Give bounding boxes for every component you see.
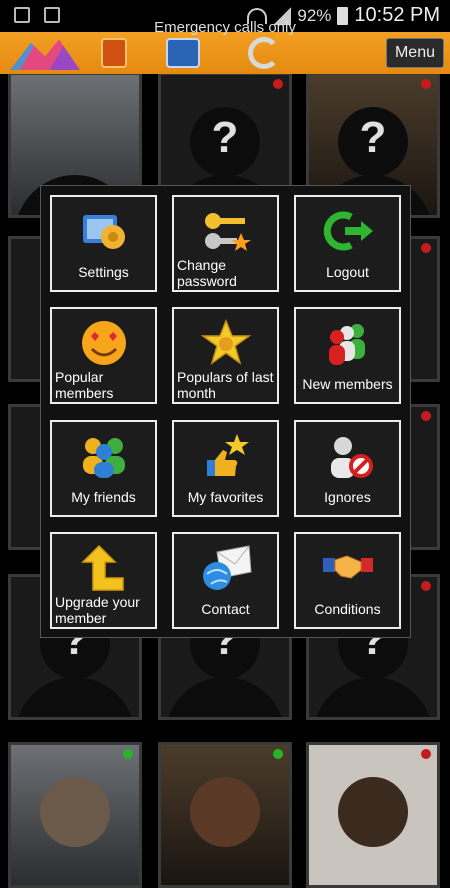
logout-arrow-icon <box>323 211 373 251</box>
handshake-icon <box>322 555 373 579</box>
menu-item-conditions[interactable]: Conditions <box>294 532 401 629</box>
options-menu: Settings Change password Logout Popular … <box>40 185 411 638</box>
menu-item-upgrade[interactable]: Upgrade your member <box>50 532 157 629</box>
unknown-photo-icon: ? <box>359 113 387 162</box>
envelope-globe-icon <box>202 545 252 590</box>
menu-item-label: My friends <box>71 489 136 505</box>
member-photo <box>338 777 408 847</box>
friends-icon <box>82 438 125 478</box>
menu-item-label: Logout <box>326 264 369 280</box>
silhouette-body <box>15 677 135 717</box>
member-tile[interactable] <box>306 742 440 888</box>
heart-eyes-smiley-icon <box>81 321 126 365</box>
offline-status-dot <box>421 411 431 421</box>
menu-item-label: Ignores <box>324 489 371 505</box>
unknown-photo-icon: ? <box>211 113 239 162</box>
offline-status-dot <box>421 749 431 759</box>
profile-icon[interactable] <box>101 38 127 68</box>
member-photo <box>40 777 110 847</box>
menu-item-label: New members <box>302 376 393 392</box>
offline-status-dot <box>421 581 431 591</box>
menu-item-label: Change password <box>177 257 237 289</box>
menu-item-label: Contact <box>201 601 250 617</box>
people-group-icon <box>328 324 365 365</box>
offline-status-dot <box>421 243 431 253</box>
online-status-dot <box>273 749 283 759</box>
app-toolbar: Menu <box>0 32 450 74</box>
menu-item-label: Conditions <box>314 601 381 617</box>
thumbs-up-star-icon <box>206 434 249 476</box>
app-logo <box>10 39 80 70</box>
silhouette-body <box>313 677 433 717</box>
status-bar: 92% 10:52 PM Emergency calls only <box>0 0 450 36</box>
offline-status-dot <box>421 79 431 89</box>
emergency-calls-text: Emergency calls only <box>154 19 296 36</box>
menu-item-new-members[interactable]: New members <box>294 307 401 404</box>
menu-item-label: Populars of last month <box>177 369 274 401</box>
menu-item-populars-last-month[interactable]: Populars of last month <box>172 307 279 404</box>
mail-icon[interactable] <box>166 38 200 68</box>
online-status-dot <box>123 749 133 759</box>
menu-item-label: Popular members <box>55 369 114 401</box>
member-tile[interactable] <box>158 742 292 888</box>
upgrade-arrow-icon <box>80 544 124 591</box>
silhouette-body <box>165 677 285 717</box>
menu-item-my-favorites[interactable]: My favorites <box>172 420 279 517</box>
menu-item-logout[interactable]: Logout <box>294 195 401 292</box>
menu-button[interactable]: Menu <box>385 38 444 68</box>
star-badge-icon <box>200 319 251 365</box>
settings-icon <box>82 215 125 249</box>
blocked-user-icon <box>330 437 373 478</box>
menu-item-contact[interactable]: Contact <box>172 532 279 629</box>
offline-status-dot <box>273 79 283 89</box>
menu-item-popular-members[interactable]: Popular members <box>50 307 157 404</box>
menu-item-settings[interactable]: Settings <box>50 195 157 292</box>
member-photo <box>190 777 260 847</box>
member-tile[interactable] <box>8 742 142 888</box>
menu-item-ignores[interactable]: Ignores <box>294 420 401 517</box>
menu-item-label: Upgrade your member <box>55 594 140 626</box>
keys-icon <box>204 213 251 251</box>
menu-item-label: My favorites <box>187 489 264 505</box>
refresh-icon[interactable] <box>248 37 280 69</box>
menu-item-change-password[interactable]: Change password <box>172 195 279 292</box>
menu-item-label: Settings <box>78 264 129 280</box>
menu-item-my-friends[interactable]: My friends <box>50 420 157 517</box>
